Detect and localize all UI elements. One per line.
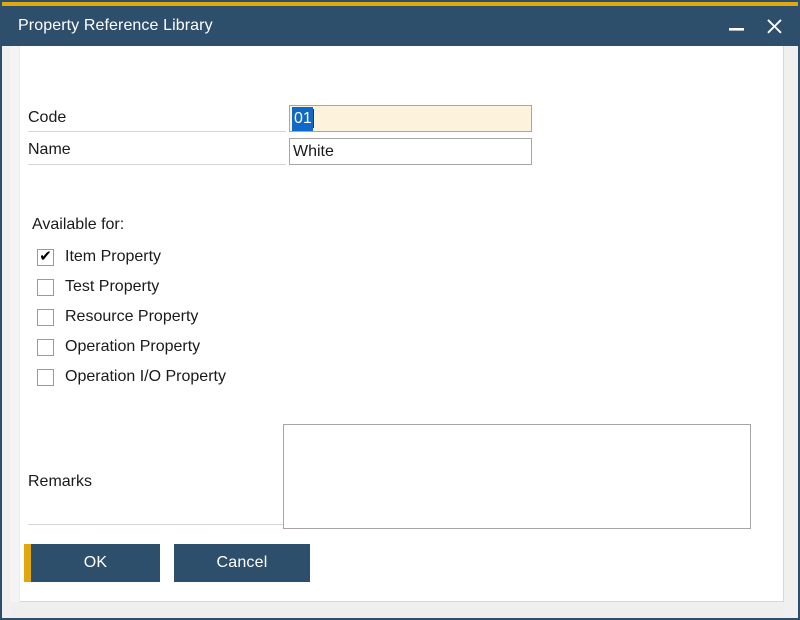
remarks-label: Remarks	[28, 473, 93, 490]
checkbox-operation-io-property[interactable]	[37, 368, 54, 386]
name-input[interactable]	[289, 138, 532, 165]
checkbox-label-resource-property: Resource Property	[65, 308, 199, 325]
code-input[interactable]: 01	[289, 105, 532, 132]
dialog-body: Code 01 Name Available for: ✔	[2, 46, 798, 618]
checkbox-operation-property[interactable]	[37, 338, 54, 356]
content-panel: Code 01 Name Available for: ✔	[10, 46, 784, 602]
window-controls	[724, 6, 786, 46]
code-input-value: 01	[292, 106, 313, 131]
title-bar[interactable]: Property Reference Library	[2, 6, 798, 46]
checkbox-label-item-property: Item Property	[65, 248, 162, 265]
checkbox-test-property[interactable]	[37, 278, 54, 296]
checkbox-label-operation-property: Operation Property	[65, 338, 201, 355]
text-caret	[312, 109, 314, 128]
close-icon	[766, 18, 783, 35]
field-row-name: Name	[28, 136, 71, 164]
panel-left-gutter	[10, 46, 20, 602]
ok-button[interactable]: OK	[24, 544, 160, 582]
cancel-button[interactable]: Cancel	[174, 544, 310, 582]
checkbox-row-operation-property[interactable]: Operation Property	[37, 335, 200, 359]
checkbox-row-item-property[interactable]: ✔ Item Property	[37, 245, 161, 269]
remarks-label-rule	[28, 524, 286, 525]
minimize-button[interactable]	[724, 13, 748, 39]
checkbox-label-operation-io-property: Operation I/O Property	[65, 368, 226, 385]
checkbox-row-resource-property[interactable]: Resource Property	[37, 305, 198, 329]
code-label: Code	[28, 109, 67, 126]
name-label-rule	[28, 164, 286, 165]
field-row-code: Code	[28, 104, 66, 132]
checkbox-item-property[interactable]: ✔	[37, 246, 54, 266]
checkbox-label-test-property: Test Property	[65, 278, 160, 295]
checkbox-row-test-property[interactable]: Test Property	[37, 275, 159, 299]
window-title: Property Reference Library	[18, 17, 213, 34]
code-label-rule	[28, 131, 286, 132]
footer-strip	[10, 602, 784, 618]
check-icon: ✔	[39, 246, 52, 265]
checkbox-row-operation-io-property[interactable]: Operation I/O Property	[37, 365, 226, 389]
dialog-window: Property Reference Library Code 01 Name …	[0, 0, 800, 620]
name-label: Name	[28, 141, 71, 158]
close-button[interactable]	[762, 13, 786, 39]
available-for-title: Available for:	[32, 216, 125, 233]
remarks-input[interactable]	[283, 424, 751, 529]
checkbox-resource-property[interactable]	[37, 308, 54, 326]
minimize-icon	[728, 19, 745, 33]
